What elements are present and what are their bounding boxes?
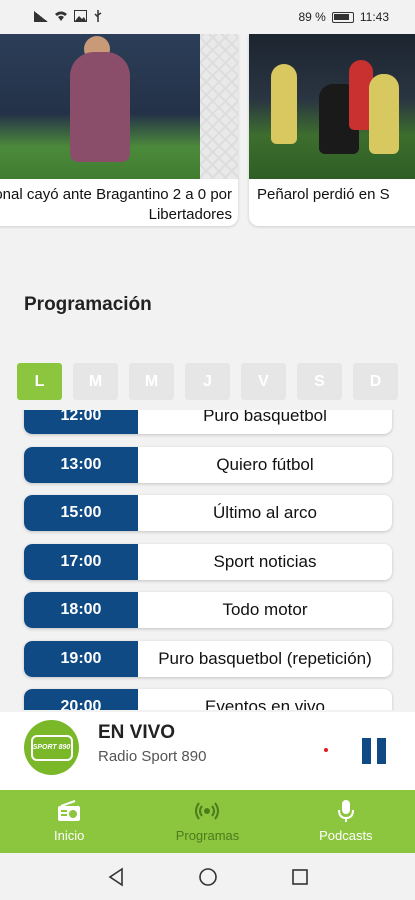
system-navigation <box>0 853 415 900</box>
news-carousel[interactable]: onal cayó ante Bragantino 2 a 0 por Libe… <box>0 34 415 229</box>
schedule-row[interactable]: 19:00 Puro basquetbol (repetición) <box>24 641 392 677</box>
schedule-show: Eventos en vivo <box>204 697 325 710</box>
back-icon[interactable] <box>105 866 127 888</box>
status-icons-right: 89 % 11:43 <box>299 10 390 24</box>
schedule-row[interactable]: 12:00 Puro basquetbol <box>24 410 392 434</box>
usb-icon <box>94 10 102 22</box>
day-tab[interactable]: D <box>353 363 398 400</box>
nav-label: Programas <box>175 828 240 843</box>
schedule-row[interactable]: 13:00 Quiero fútbol <box>24 447 392 483</box>
schedule-list[interactable]: 12:00 Puro basquetbol 13:00 Quiero fútbo… <box>0 410 415 710</box>
pause-icon <box>362 738 371 764</box>
nav-item-programas[interactable]: Programas <box>138 790 276 853</box>
station-logo-text: SPORT 890 <box>30 734 73 761</box>
schedule-time: 19:00 <box>24 641 138 677</box>
wifi-icon <box>55 11 67 21</box>
nav-item-inicio[interactable]: Inicio <box>0 790 138 853</box>
schedule-row[interactable]: 20:00 Eventos en vivo <box>24 689 392 710</box>
recents-icon[interactable] <box>289 866 311 888</box>
status-icons-left <box>34 10 103 22</box>
day-tab[interactable]: M <box>129 363 174 400</box>
day-tab[interactable]: J <box>185 363 230 400</box>
live-indicator-dot <box>324 748 328 752</box>
schedule-row[interactable]: 18:00 Todo motor <box>24 592 392 628</box>
schedule-show: Quiero fútbol <box>216 455 314 474</box>
schedule-row[interactable]: 17:00 Sport noticias <box>24 544 392 580</box>
radio-icon <box>57 800 81 822</box>
now-playing-bar[interactable]: SPORT 890 EN VIVO Radio Sport 890 <box>0 712 415 790</box>
schedule-show: Puro basquetbol <box>203 410 327 425</box>
news-caption: Peñarol perdió en S <box>257 186 390 203</box>
pause-button[interactable] <box>362 738 386 764</box>
nav-label: Podcasts <box>319 828 373 843</box>
news-card[interactable]: Peñarol perdió en S <box>249 34 415 226</box>
live-label: EN VIVO <box>98 722 176 743</box>
schedule-time: 20:00 <box>24 689 138 710</box>
bottom-navigation: Inicio Programas Podcasts <box>0 790 415 853</box>
clock: 11:43 <box>359 10 389 24</box>
news-image <box>0 34 238 179</box>
signal-icon <box>34 10 48 22</box>
day-tab[interactable]: V <box>241 363 286 400</box>
schedule-time: 13:00 <box>24 447 138 483</box>
schedule-time: 18:00 <box>24 592 138 628</box>
day-selector: L M M J V S D <box>17 363 398 400</box>
schedule-time: 17:00 <box>24 544 138 580</box>
broadcast-icon <box>194 800 220 822</box>
pause-icon-bar <box>377 738 386 764</box>
day-tab[interactable]: L <box>17 363 62 400</box>
station-logo: SPORT 890 <box>24 720 79 775</box>
home-icon[interactable] <box>197 866 219 888</box>
schedule-time: 15:00 <box>24 495 138 531</box>
nav-label: Inicio <box>53 828 85 843</box>
section-title: Programación <box>24 294 152 315</box>
day-tab[interactable]: S <box>297 363 342 400</box>
news-card[interactable]: onal cayó ante Bragantino 2 a 0 por Libe… <box>0 34 238 226</box>
nav-item-podcasts[interactable]: Podcasts <box>277 790 415 853</box>
news-caption: onal cayó ante Bragantino 2 a 0 por Libe… <box>0 186 232 223</box>
schedule-row[interactable]: 15:00 Último al arco <box>24 495 392 531</box>
schedule-time: 12:00 <box>24 410 138 434</box>
battery-percent: 89 % <box>298 10 326 24</box>
image-icon <box>74 10 87 22</box>
schedule-show: Todo motor <box>222 600 308 619</box>
station-name: Radio Sport 890 <box>98 748 207 765</box>
microphone-icon <box>337 800 355 822</box>
schedule-show: Último al arco <box>213 503 317 522</box>
day-tab[interactable]: M <box>73 363 118 400</box>
schedule-show: Sport noticias <box>213 552 317 571</box>
schedule-show: Puro basquetbol (repetición) <box>158 649 372 668</box>
news-image <box>249 34 415 179</box>
battery-icon <box>331 11 354 23</box>
status-bar: 89 % 11:43 <box>0 0 415 34</box>
